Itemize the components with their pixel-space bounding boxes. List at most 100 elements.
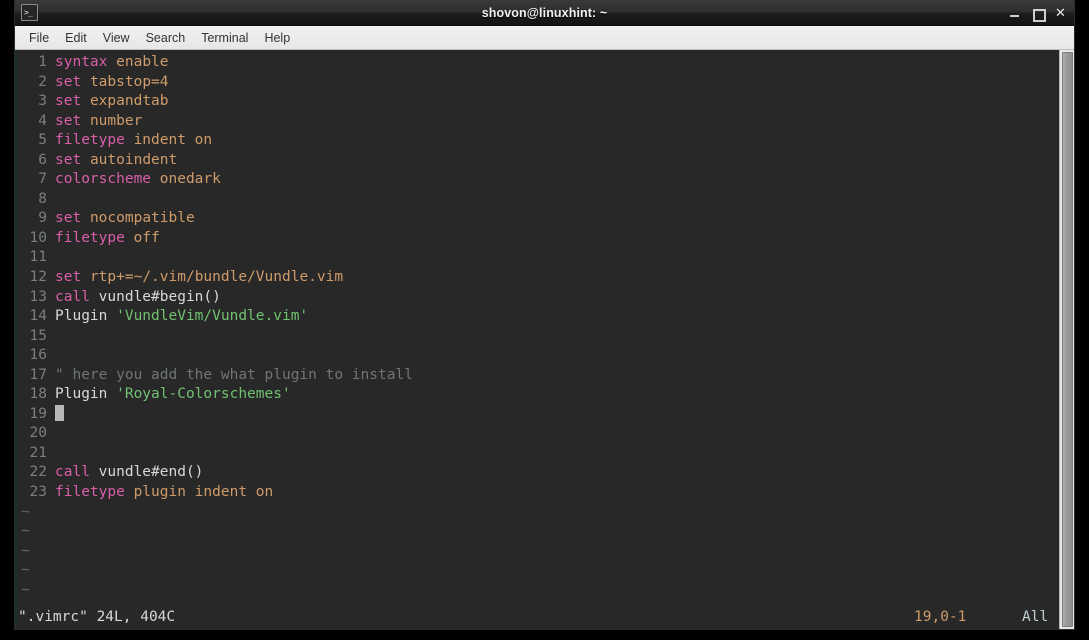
line-number: 3	[38, 93, 47, 110]
menu-item-file[interactable]: File	[21, 29, 57, 47]
menu-item-view[interactable]: View	[95, 29, 138, 47]
code-token: vundle#begin()	[89, 288, 221, 305]
editor-line[interactable]: 18 Plugin 'Royal-Colorschemes'	[17, 385, 1074, 405]
maximize-button[interactable]	[1032, 8, 1046, 22]
code-token: filetype	[55, 229, 125, 246]
tilde-icon: ~	[21, 503, 30, 520]
editor-line[interactable]: 1 syntax enable	[17, 53, 1074, 73]
scrollbar-thumb[interactable]	[1062, 52, 1073, 627]
line-number: 22	[29, 464, 47, 481]
code-token: filetype	[55, 484, 125, 501]
editor-line[interactable]: 3 set expandtab	[17, 92, 1074, 112]
tilde-icon: ~	[21, 523, 30, 540]
code-token: set	[55, 73, 82, 90]
editor-line[interactable]: 10 filetype off	[17, 229, 1074, 249]
code-token: plugin indent on	[133, 484, 274, 501]
code-token: Plugin	[55, 386, 117, 403]
tilde-icon: ~	[21, 562, 30, 579]
tilde-icon: ~	[21, 542, 30, 559]
vim-editor[interactable]: 1 syntax enable 2 set tabstop=4 3 set expandt…	[17, 50, 1074, 629]
line-number: 9	[38, 210, 47, 227]
code-token: Plugin	[55, 308, 117, 325]
menu-bar: File Edit View Search Terminal Help	[15, 26, 1074, 50]
menu-item-search[interactable]: Search	[138, 29, 194, 47]
editor-line[interactable]: 9 set nocompatible	[17, 209, 1074, 229]
code-token: 'VundleVim/Vundle.vim'	[116, 308, 309, 325]
vertical-scrollbar[interactable]	[1059, 50, 1074, 629]
code-token: colorscheme	[55, 171, 152, 188]
editor-line[interactable]: 5 filetype indent on	[17, 131, 1074, 151]
code-token: syntax	[55, 54, 108, 70]
editor-line[interactable]: 8	[17, 190, 1074, 210]
empty-line-marker-row: ~	[17, 581, 1074, 601]
editor-line[interactable]: 23 filetype plugin indent on	[17, 483, 1074, 503]
line-number: 21	[29, 444, 47, 461]
code-token: set	[55, 210, 82, 227]
editor-line[interactable]: 6 set autoindent	[17, 151, 1074, 171]
editor-line[interactable]: 12 set rtp+=~/.vim/bundle/Vundle.vim	[17, 268, 1074, 288]
editor-line[interactable]: 21	[17, 444, 1074, 464]
status-file-info: ".vimrc" 24L, 404C	[18, 609, 176, 625]
editor-line[interactable]: 13 call vundle#begin()	[17, 288, 1074, 308]
code-token: onedark	[159, 171, 221, 188]
code-token: filetype	[55, 132, 125, 149]
line-number: 6	[38, 151, 47, 168]
menu-item-help[interactable]: Help	[256, 29, 298, 47]
editor-line[interactable]: 20	[17, 424, 1074, 444]
editor-line[interactable]: 22 call vundle#end()	[17, 463, 1074, 483]
code-token: set	[55, 269, 82, 286]
line-number: 1	[38, 54, 47, 70]
editor-line[interactable]: 7 colorscheme onedark	[17, 170, 1074, 190]
code-token: autoindent	[89, 151, 178, 168]
code-token: set	[55, 93, 82, 110]
code-token: off	[133, 229, 160, 246]
menu-item-terminal[interactable]: Terminal	[193, 29, 256, 47]
code-token: nocompatible	[89, 210, 195, 227]
vim-text-buffer[interactable]: 1 syntax enable 2 set tabstop=4 3 set expandt…	[17, 53, 1074, 629]
line-number: 2	[38, 73, 47, 90]
code-token: 'Royal-Colorschemes'	[116, 386, 291, 403]
editor-line[interactable]: 14 Plugin 'VundleVim/Vundle.vim'	[17, 307, 1074, 327]
terminal-window: >_ shovon@linuxhint: ~ ✕ File Edit View …	[14, 0, 1075, 630]
tilde-icon: ~	[21, 581, 30, 598]
editor-line[interactable]: 15	[17, 327, 1074, 347]
status-cursor-position: 19,0-1	[914, 609, 967, 625]
editor-line[interactable]: 4 set number	[17, 112, 1074, 132]
code-token: tabstop=4	[89, 73, 169, 90]
code-token: call	[55, 464, 90, 481]
window-controls: ✕	[1009, 0, 1066, 26]
minimize-button[interactable]	[1009, 8, 1020, 19]
editor-line[interactable]: 17 " here you add the what plugin to inst…	[17, 366, 1074, 386]
close-icon[interactable]: ✕	[1055, 7, 1066, 20]
code-token: set	[55, 112, 82, 129]
empty-line-marker-row: ~	[17, 561, 1074, 581]
code-token: enable	[116, 54, 169, 70]
line-number: 7	[38, 171, 47, 188]
code-token: indent on	[133, 132, 213, 149]
line-number: 14	[29, 308, 47, 325]
editor-line[interactable]: 2 set tabstop=4	[17, 73, 1074, 93]
line-number: 23	[29, 484, 47, 501]
line-number: 18	[29, 386, 47, 403]
terminal-icon: >_	[21, 4, 38, 21]
line-number: 8	[38, 190, 47, 207]
empty-line-marker-row: ~	[17, 542, 1074, 562]
menu-item-edit[interactable]: Edit	[57, 29, 95, 47]
editor-line[interactable]: 19	[17, 404, 1074, 425]
editor-line[interactable]: 11	[17, 248, 1074, 268]
line-number: 12	[29, 269, 47, 286]
terminal-body[interactable]: 1 syntax enable 2 set tabstop=4 3 set expandt…	[15, 50, 1074, 629]
window-title: shovon@linuxhint: ~	[481, 5, 608, 20]
line-number: 16	[29, 347, 47, 364]
editor-line[interactable]: 16	[17, 346, 1074, 366]
window-titlebar[interactable]: >_ shovon@linuxhint: ~ ✕	[15, 0, 1074, 26]
